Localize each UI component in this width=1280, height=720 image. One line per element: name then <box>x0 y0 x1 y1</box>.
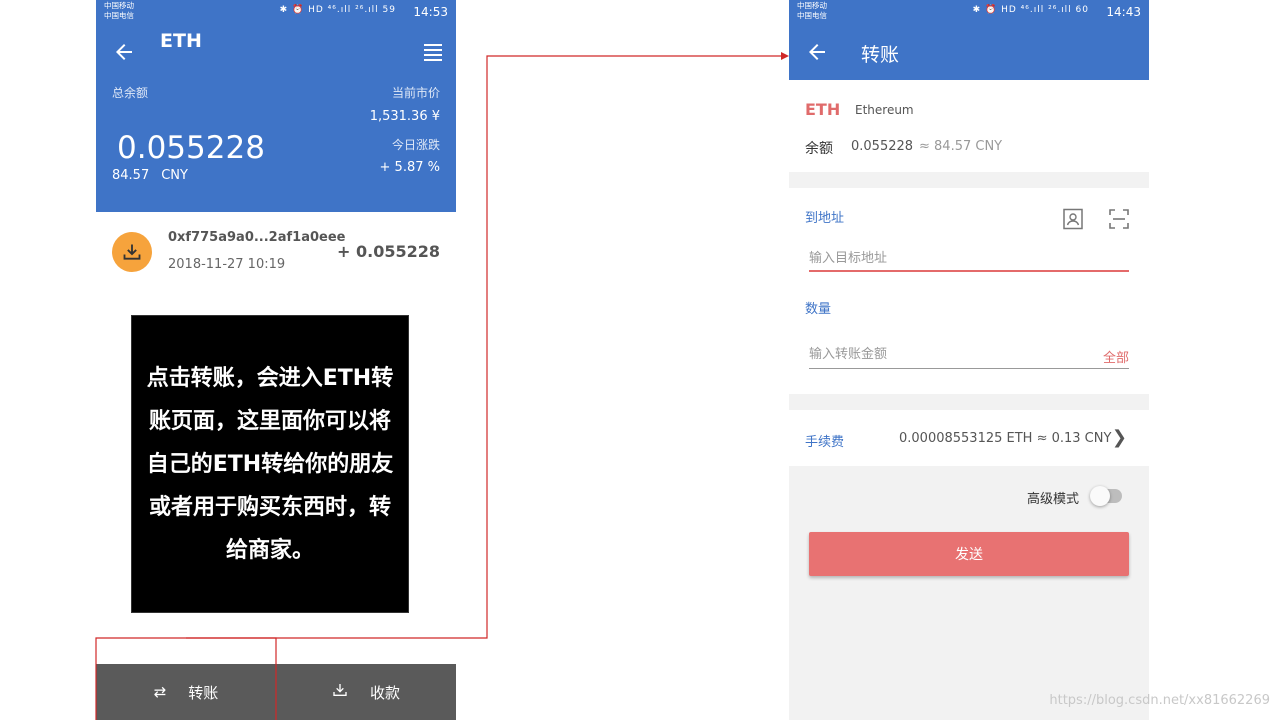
transaction-date: 2018-11-27 10:19 <box>168 257 286 272</box>
quantity-label: 数量 <box>805 302 832 317</box>
fee-label: 手续费 <box>805 435 845 450</box>
status-time: 14:53 <box>413 5 448 19</box>
chevron-right-icon: ❯ <box>1111 427 1127 448</box>
connector-arrowhead-icon <box>781 52 789 60</box>
stage: 中国移动 中国电信 ✱ ⏰ HD ⁴⁶.ıll ²⁶.ıll 59 14:53 … <box>0 0 1280 720</box>
carrier-2: 中国电信 <box>104 11 134 20</box>
watermark: https://blog.csdn.net/xx81662269 <box>1049 693 1270 708</box>
carrier-labels: 中国移动 中国电信 <box>797 1 827 21</box>
transaction-amount: + 0.055228 <box>337 242 440 261</box>
transfer-header: 中国移动 中国电信 ✱ ⏰ HD ⁴⁶.ıll ²⁶.ıll 60 14:43 … <box>789 0 1149 80</box>
receive-download-icon <box>112 232 152 272</box>
transfer-form: 到地址 数量 全部 <box>789 188 1149 394</box>
receive-label: 收款 <box>369 683 400 702</box>
bottom-action-bar: ⇄ 转账 收款 <box>96 664 456 720</box>
status-icons: ✱ ⏰ HD ⁴⁶.ıll ²⁶.ıll 60 <box>972 5 1089 15</box>
fee-row[interactable]: 手续费 0.00008553125 ETH ≈ 0.13 CNY ❯ <box>789 410 1149 466</box>
carrier-2: 中国电信 <box>797 11 827 20</box>
token-name: Ethereum <box>855 103 914 117</box>
page-title: ETH <box>160 30 202 52</box>
status-bar: 中国移动 中国电信 ✱ ⏰ HD ⁴⁶.ıll ²⁶.ıll 59 14:53 <box>96 0 456 24</box>
token-symbol: ETH <box>805 100 841 119</box>
annotation-box: 点击转账，会进入ETH转账页面，这里面你可以将自己的ETH转给你的朋友或者用于购… <box>131 315 409 613</box>
fiat-currency: CNY <box>161 168 188 183</box>
status-bar: 中国移动 中国电信 ✱ ⏰ HD ⁴⁶.ıll ²⁶.ıll 60 14:43 <box>789 0 1149 24</box>
advanced-mode-label: 高级模式 <box>1027 492 1080 507</box>
toggle-knob <box>1090 486 1110 506</box>
change-label: 今日涨跌 <box>391 138 440 152</box>
change-value: + 5.87 % <box>379 160 440 175</box>
send-button[interactable]: 发送 <box>809 532 1129 576</box>
advanced-mode-toggle[interactable] <box>1090 486 1122 506</box>
token-info-card: ETH Ethereum 余额 0.055228 ≈ 84.57 CNY <box>789 80 1149 172</box>
transaction-address: 0xf775a9a0...2af1a0eee <box>168 230 346 245</box>
balance-label: 余额 <box>805 141 833 157</box>
fee-value: 0.00008553125 ETH ≈ 0.13 CNY <box>899 431 1112 446</box>
back-arrow-icon[interactable] <box>112 40 136 64</box>
balance-amount: 0.055228 <box>117 130 265 166</box>
qr-scan-icon[interactable] <box>1108 208 1130 230</box>
page-title: 转账 <box>861 44 900 66</box>
price-label: 当前市价 <box>391 86 440 100</box>
all-amount-button[interactable]: 全部 <box>1103 347 1129 366</box>
receive-tray-icon <box>332 682 348 702</box>
status-time: 14:43 <box>1106 5 1141 19</box>
fiat-balance: 84.57 CNY <box>112 168 188 183</box>
receive-button[interactable]: 收款 <box>276 664 456 720</box>
status-icons: ✱ ⏰ HD ⁴⁶.ıll ²⁶.ıll 59 <box>279 5 396 15</box>
transfer-button[interactable]: ⇄ 转账 <box>96 664 276 720</box>
fiat-value: 84.57 <box>112 168 150 183</box>
to-address-input[interactable] <box>809 246 1129 272</box>
transfer-screen: 中国移动 中国电信 ✱ ⏰ HD ⁴⁶.ıll ²⁶.ıll 60 14:43 … <box>789 0 1149 720</box>
balance-value: 0.055228 <box>851 139 914 154</box>
transfer-arrows-icon: ⇄ <box>153 683 167 701</box>
transfer-label: 转账 <box>188 683 219 702</box>
amount-input[interactable] <box>809 341 1129 369</box>
back-arrow-icon[interactable] <box>805 40 829 64</box>
carrier-1: 中国移动 <box>104 1 134 10</box>
total-balance-label: 总余额 <box>112 86 149 100</box>
price-value: 1,531.36 ¥ <box>369 109 440 124</box>
menu-icon[interactable] <box>424 44 442 61</box>
address-book-icon[interactable] <box>1062 208 1084 230</box>
annotation-text: 点击转账，会进入ETH转账页面，这里面你可以将自己的ETH转给你的朋友或者用于购… <box>146 365 394 563</box>
carrier-1: 中国移动 <box>797 1 827 10</box>
balance-fiat: ≈ 84.57 CNY <box>919 139 1003 154</box>
wallet-header: 中国移动 中国电信 ✱ ⏰ HD ⁴⁶.ıll ²⁶.ıll 59 14:53 … <box>96 0 456 212</box>
to-address-label: 到地址 <box>805 211 845 226</box>
carrier-labels: 中国移动 中国电信 <box>104 1 134 21</box>
transaction-row[interactable]: 0xf775a9a0...2af1a0eee 2018-11-27 10:19 … <box>96 212 456 292</box>
